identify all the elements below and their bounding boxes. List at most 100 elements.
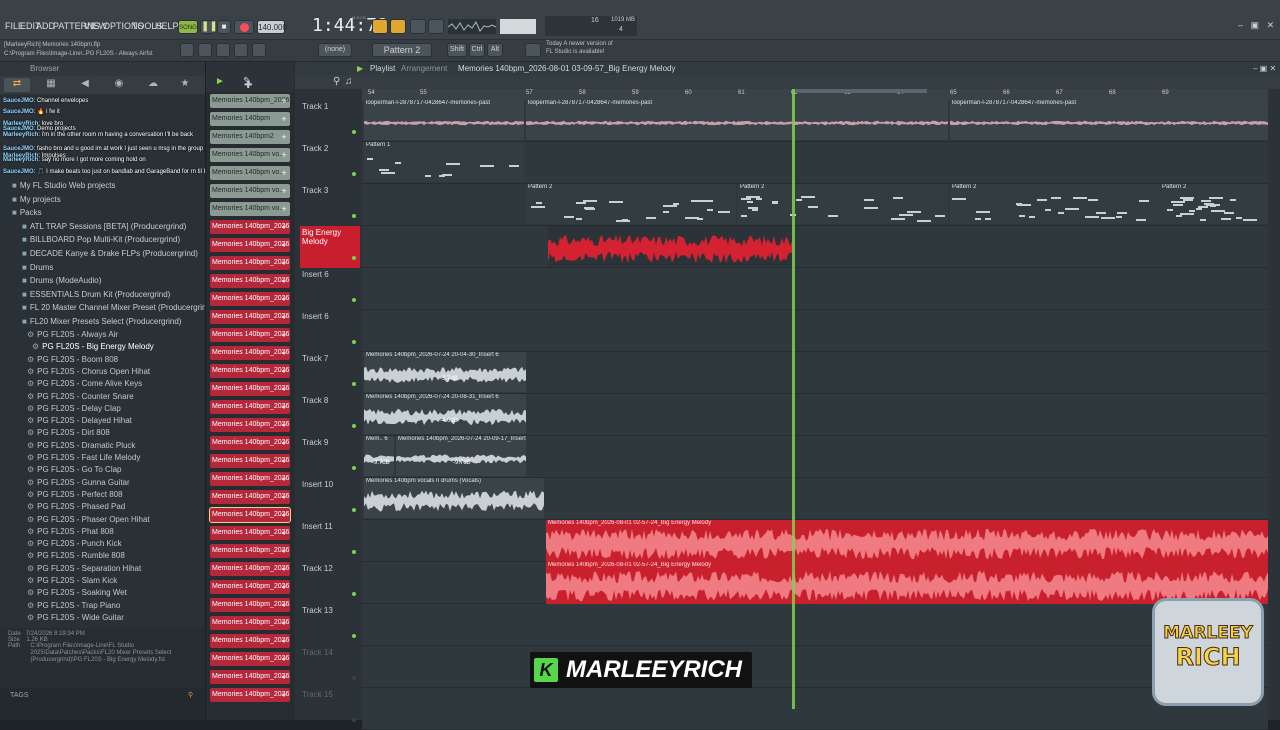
blend-button[interactable] (428, 19, 444, 34)
track-led-icon[interactable] (352, 676, 356, 680)
pattern-picker[interactable]: Pattern 2 (372, 43, 432, 57)
track-led-icon[interactable] (352, 466, 356, 470)
channel-button[interactable]: Memories 140bpm vo... + (210, 184, 290, 198)
browser-folder[interactable]: ■ My projects (12, 194, 61, 206)
channel-add-icon[interactable]: + (279, 310, 289, 324)
pencil-icon[interactable]: ✎ (243, 76, 251, 87)
track-lane[interactable] (362, 268, 1268, 310)
browser-folder[interactable]: ■ ESSENTIALS Drum Kit (Producergrind) (22, 289, 170, 301)
track-led-icon[interactable] (352, 592, 356, 596)
channel-add-icon[interactable]: + (279, 220, 289, 234)
track-header[interactable]: Track 2 (300, 142, 360, 184)
channel-add-icon[interactable]: + (279, 562, 289, 576)
browser-folder[interactable]: ■ FL20 Mixer Presets Select (Producergrin… (22, 316, 181, 328)
pattern-clip[interactable]: Pattern 1 (364, 142, 524, 182)
channel-add-icon[interactable]: + (279, 652, 289, 666)
browser-all-tab[interactable]: ⇄ (4, 78, 30, 92)
view-browser-button[interactable] (252, 43, 266, 57)
minimize-icon[interactable]: – (1238, 20, 1243, 30)
browser-preset[interactable]: ⚙ PG FL20S - Trap Piano (27, 600, 120, 612)
channel-add-icon[interactable]: + (279, 346, 289, 360)
browser-preset[interactable]: ⚙ PG FL20S - Punch Kick (27, 538, 122, 550)
channel-add-icon[interactable]: + (279, 382, 289, 396)
channel-button[interactable]: Memories 140bpm_2026... + (210, 418, 290, 432)
browser-preset[interactable]: ⚙ PG FL20S - Go To Clap (27, 464, 122, 476)
browser-folder[interactable]: ■ FL 20 Master Channel Mixer Preset (Prod… (22, 302, 214, 314)
audio-clip[interactable]: Memories 140bpm_2026-08-01 02-57-24_Big … (546, 520, 1268, 562)
browser-preset[interactable]: ⚙ PG FL20S - Wide Guitar (27, 612, 124, 624)
channel-add-icon[interactable]: + (279, 544, 289, 558)
audio-clip[interactable]: Memories 140bpm_2026-07-24 20-09-17_Inse… (396, 436, 526, 476)
audio-clip[interactable]: Mem.. 6 (364, 436, 394, 476)
browser-preset[interactable]: ⚙ PG FL20S - Come Alive Keys (27, 378, 142, 390)
channel-add-icon[interactable]: + (279, 238, 289, 252)
channel-add-icon[interactable]: + (279, 148, 289, 162)
snap-icon[interactable]: ► (215, 76, 225, 87)
channel-button[interactable]: Memories 140bpm_2026... + (209, 507, 291, 523)
track-header[interactable]: Track 9 (300, 436, 360, 478)
channel-button[interactable]: Memories 140bpm_2026... + (210, 544, 290, 558)
channel-add-icon[interactable]: + (279, 166, 289, 180)
channel-add-icon[interactable]: + (279, 580, 289, 594)
browser-preset[interactable]: ⚙ PG FL20S - Phat 808 (27, 526, 114, 538)
channel-button[interactable]: Memories 140bpm vo... + (210, 166, 290, 180)
track-led-icon[interactable] (352, 550, 356, 554)
track-lane[interactable] (362, 688, 1268, 730)
browser-preset[interactable]: ⚙ PG FL20S - Phaser Open Hihat (27, 514, 150, 526)
browser-preset[interactable]: ⚙ PG FL20S - Dramatic Pluck (27, 440, 135, 452)
channel-button[interactable]: Memories 140bpm_2026... + (210, 472, 290, 486)
audio-clip[interactable]: looperman-l-2878717-0428647-memories-pas… (364, 100, 524, 140)
audio-clip[interactable]: Memories 140bpm_2026-07-24 20-08-31_Inse… (364, 394, 526, 434)
channel-add-icon[interactable]: + (279, 418, 289, 432)
channel-button[interactable]: Memories 140bpm_2026... + (210, 292, 290, 306)
track-header[interactable]: Track 13 (300, 604, 360, 646)
browser-preset[interactable]: ⚙ PG FL20S - Separation Hihat (27, 563, 141, 575)
track-lane[interactable] (362, 604, 1268, 646)
channel-button[interactable]: Memories 140bpm_2026... + (210, 436, 290, 450)
track-header[interactable]: Insert 6 (300, 268, 360, 310)
browser-plugin-tab[interactable]: ◉ (106, 78, 132, 92)
channel-button[interactable]: Memories 140bpm_2026... + (210, 220, 290, 234)
track-header[interactable]: Track 1 (300, 100, 360, 142)
browser-folder[interactable]: ■ Drums (ModeAudio) (22, 275, 101, 287)
channel-button[interactable]: Memories 140bpm_2026... + (210, 616, 290, 630)
browser-preset[interactable]: ⚙ PG FL20S - Boom 808 (27, 354, 118, 366)
browser-preset[interactable]: ⚙ PG FL20S - Soaking Wet (27, 587, 127, 599)
track-header[interactable]: Track 15 (300, 688, 360, 730)
browser-folder[interactable]: ■ BILLBOARD Pop Multi-Kit (Producergrind) (22, 234, 180, 246)
channel-add-icon[interactable]: + (279, 670, 289, 684)
channel-button[interactable]: Memories 140bpm_2026... + (210, 256, 290, 270)
track-header[interactable]: Insert 10 (300, 478, 360, 520)
loop-region[interactable] (792, 89, 927, 93)
browser-preset[interactable]: ⚙ PG FL20S - Dirt 808 (27, 427, 110, 439)
channel-button[interactable]: Memories 140bpm + (210, 112, 290, 126)
song-mode-toggle[interactable]: SONG (178, 20, 198, 34)
pattern-clip[interactable]: Pattern 2 (950, 184, 1160, 224)
channel-add-icon[interactable]: + (279, 274, 289, 288)
tempo-display[interactable]: 140.000 (257, 20, 287, 34)
track-led-icon[interactable] (352, 340, 356, 344)
pattern-song-button[interactable] (372, 19, 388, 34)
channel-add-icon[interactable]: + (279, 616, 289, 630)
browser-preset[interactable]: ⚙ PG FL20S - Fast Life Melody (27, 452, 140, 464)
browser-preset[interactable]: ⚙ PG FL20S - Always Air (27, 329, 118, 341)
track-header[interactable]: Track 12 (300, 562, 360, 604)
channel-add-icon[interactable]: + (279, 256, 289, 270)
channel-add-icon[interactable]: + (279, 526, 289, 540)
channel-add-icon[interactable]: + (279, 634, 289, 648)
playlist-arrangement[interactable]: Arrangement (401, 62, 447, 75)
audio-clip[interactable]: Memories 140bpm_2026-08-01 02-57-24_Big … (546, 562, 1268, 604)
channel-add-icon[interactable]: + (279, 94, 289, 108)
speaker-icon[interactable]: ♫ (345, 76, 353, 87)
view-mixer-button[interactable] (234, 43, 248, 57)
alt-button[interactable]: Alt (487, 43, 503, 57)
channel-button[interactable]: Memories 140bpm vo... + (210, 148, 290, 162)
track-header[interactable]: Track 3 (300, 184, 360, 226)
browser-folder[interactable]: ■ My FL Studio Web projects (12, 180, 115, 192)
track-header[interactable]: Insert 11 (300, 520, 360, 562)
audio-clip[interactable] (548, 226, 792, 266)
channel-button[interactable]: Memories 140bpm_2026... + (210, 238, 290, 252)
track-led-icon[interactable] (352, 172, 356, 176)
channel-add-icon[interactable]: + (279, 184, 289, 198)
track-lane[interactable] (362, 226, 1268, 268)
